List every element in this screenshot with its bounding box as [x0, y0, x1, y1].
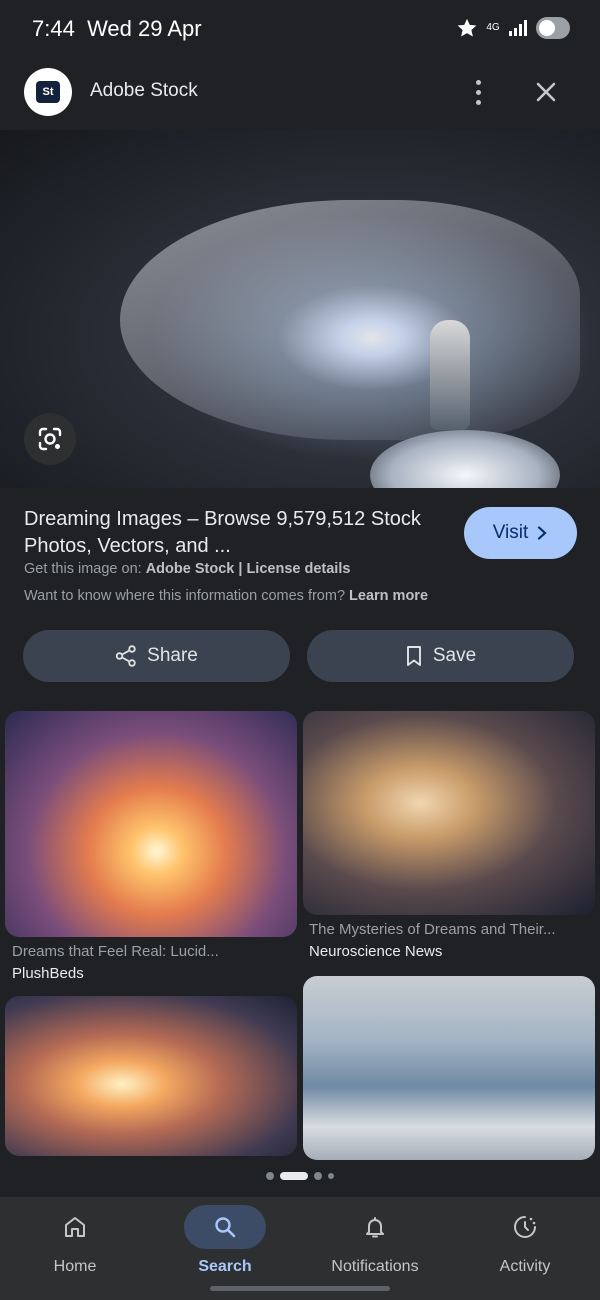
close-icon[interactable]: [530, 76, 562, 108]
main-image[interactable]: [0, 130, 600, 488]
related-image-4[interactable]: [303, 976, 595, 1160]
more-vert-icon[interactable]: [462, 74, 494, 110]
activity-icon: [484, 1205, 566, 1249]
clock: 7:44: [32, 16, 75, 41]
logo-text: St: [36, 81, 60, 103]
learn-more-link[interactable]: Learn more: [349, 588, 428, 604]
related-caption-2[interactable]: The Mysteries of Dreams and Their...: [309, 921, 589, 938]
date: Wed 29 Apr: [87, 16, 202, 41]
adobe-stock-logo[interactable]: St: [24, 68, 72, 116]
separator: |: [238, 561, 243, 577]
share-label: Share: [147, 645, 198, 666]
pager-dot: [314, 1172, 322, 1180]
related-caption-1[interactable]: Dreams that Feel Real: Lucid...: [12, 943, 292, 960]
share-icon: [115, 645, 136, 667]
status-icons: 4G: [456, 17, 570, 39]
license-details-link[interactable]: License details: [246, 561, 350, 577]
share-button[interactable]: Share: [23, 630, 290, 682]
home-icon: [34, 1205, 116, 1249]
bell-icon: [334, 1205, 416, 1249]
page-indicator: [0, 1172, 600, 1180]
source-link[interactable]: Adobe Stock: [146, 561, 235, 577]
save-button[interactable]: Save: [307, 630, 574, 682]
nav-search[interactable]: Search: [150, 1197, 300, 1300]
save-label: Save: [432, 645, 477, 666]
home-indicator[interactable]: [210, 1286, 390, 1291]
network-label: 4G: [486, 22, 500, 33]
info-question: Want to know where this information come…: [24, 588, 346, 604]
nav-activity[interactable]: Activity: [450, 1197, 600, 1300]
related-source-1: PlushBeds: [12, 965, 84, 982]
info-line: Want to know where this information come…: [24, 588, 428, 604]
nav-home-label: Home: [53, 1258, 97, 1275]
toggle-icon: [536, 17, 570, 39]
status-time: 7:44 Wed 29 Apr: [32, 16, 202, 42]
chevron-right-icon: [538, 526, 547, 540]
related-image-2[interactable]: [303, 711, 595, 915]
bottom-nav: Home Search Notifications Activity: [0, 1197, 600, 1300]
nav-notifications-label: Notifications: [331, 1258, 419, 1275]
related-image-3[interactable]: [5, 996, 297, 1156]
source-header: St Adobe Stock: [0, 60, 600, 124]
nav-home[interactable]: Home: [0, 1197, 150, 1300]
nav-notifications[interactable]: Notifications: [300, 1197, 450, 1300]
source-name[interactable]: Adobe Stock: [90, 80, 198, 102]
bookmark-icon: [406, 646, 421, 666]
star-icon: [457, 18, 477, 37]
result-title[interactable]: Dreaming Images – Browse 9,579,512 Stock…: [24, 506, 444, 560]
image-face-shape: [120, 200, 580, 440]
visit-button[interactable]: Visit: [464, 507, 577, 559]
visit-label: Visit: [492, 522, 529, 543]
search-icon: [184, 1205, 266, 1249]
pager-dot: [328, 1173, 334, 1179]
related-source-2: Neuroscience News: [309, 943, 443, 960]
image-figure: [430, 320, 470, 430]
related-image-1[interactable]: [5, 711, 297, 937]
nav-search-label: Search: [198, 1258, 252, 1275]
pager-dot-active: [280, 1172, 308, 1180]
pager-dot: [266, 1172, 274, 1180]
source-line: Get this image on: Adobe Stock | License…: [24, 561, 350, 577]
signal-icon: [509, 20, 527, 36]
lens-icon[interactable]: [24, 413, 76, 465]
result-title-block: Dreaming Images – Browse 9,579,512 Stock…: [24, 506, 444, 560]
nav-activity-label: Activity: [499, 1258, 551, 1275]
source-prefix: Get this image on:: [24, 561, 142, 577]
status-bar: 7:44 Wed 29 Apr 4G: [0, 0, 600, 60]
